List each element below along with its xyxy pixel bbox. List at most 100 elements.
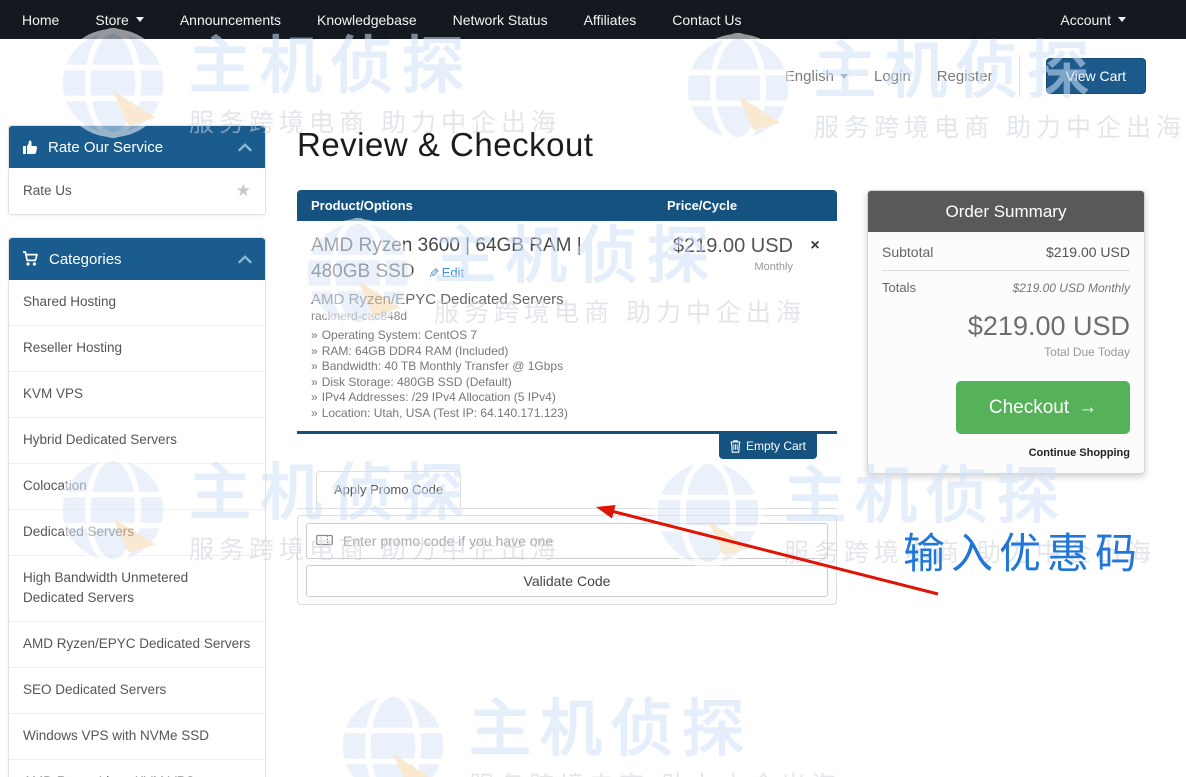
nav-account[interactable]: Account [1060,12,1126,28]
sidebar-item-amd-ryzen-kvm[interactable]: AMD Ryzen Linux KVM VPS [9,760,265,777]
promo-annotation-text: 输入优惠码 [903,532,1144,578]
bullet-icon: » [311,390,318,405]
validate-code-button[interactable]: Validate Code [306,565,828,598]
spec-line: » Bandwidth: 40 TB Monthly Transfer @ 1Gb… [311,359,645,375]
cart-actions: Empty Cart [297,434,837,460]
ticket-icon [316,533,333,552]
watermark-text: 主机侦探 服务跨境电商 助力中企出海 [469,688,841,777]
watermark: 主机侦探 服务跨境电商 助力中企出海 [335,688,841,777]
cart-item-hostname: racknerd-cac848d [311,309,408,324]
remove-item-icon[interactable]: × [810,237,819,254]
secondary-header: English Login Register View Cart [785,55,1146,97]
sidebar-item-windows-vps[interactable]: Windows VPS with NVMe SSD [9,714,265,761]
nav-home[interactable]: Home [22,12,59,28]
cart-item-remove-col: × [793,233,837,421]
spec-text: Disk Storage: 480GB SSD (Default) [321,374,512,389]
pencil-icon: ✎ [426,266,442,278]
sidebar: Rate Our Service Rate Us ★ Categories Sh… [8,125,266,777]
chevron-up-icon [238,254,252,264]
watermark-globe-icon [683,32,793,144]
column-price-cycle: Price/Cycle [667,198,738,213]
empty-cart-label: Empty Cart [745,439,806,454]
thumbs-up-icon [22,139,38,155]
spec-line: » RAM: 64GB DDR4 RAM (Included) [311,344,645,360]
nav-knowledgebase[interactable]: Knowledgebase [317,12,417,28]
rate-us-label: Rate Us [23,182,72,198]
categories-title: Categories [49,250,122,268]
edit-label: Edit [441,264,465,280]
spec-line: » Location: Utah, USA (Test IP: 64.140.17… [311,406,645,422]
divider [1018,55,1020,97]
categories-header[interactable]: Categories [9,238,265,280]
bullet-icon: » [311,405,318,420]
tab-apply-promo-code[interactable]: Apply Promo Code [316,471,462,509]
sidebar-item-colocation[interactable]: Colocation [9,464,265,510]
spec-text: Location: Utah, USA (Test IP: 64.140.171… [321,405,568,420]
column-product-options: Product/Options [311,198,413,213]
cart-table: Product/Options Price/Cycle AMD Ryzen 36… [297,190,837,606]
cart-item-info: AMD Ryzen 3600 | 64GB RAM | 480GB SSD ✎E… [311,233,645,421]
order-summary-title: Order Summary [868,191,1144,232]
sidebar-item-reseller-hosting[interactable]: Reseller Hosting [9,326,265,372]
spec-text: RAM: 64GB DDR4 RAM (Included) [321,343,509,358]
total-due-label: Total Due Today [1044,345,1130,359]
page-title: Review & Checkout [297,126,594,163]
sidebar-item-rate-us[interactable]: Rate Us ★ [9,168,265,214]
rate-service-header[interactable]: Rate Our Service [9,126,265,168]
subtotal-value: $219.00 USD [1045,244,1130,260]
order-summary-body: Subtotal $219.00 USD Totals $219.00 USD … [868,232,1144,473]
checkout-label: Checkout [988,396,1070,418]
watermark-globe-icon [338,690,448,777]
language-label: English [784,67,834,85]
nav-network-status[interactable]: Network Status [453,12,548,28]
categories-panel: Categories Shared Hosting Reseller Hosti… [8,237,266,777]
cart-item-category: AMD Ryzen/EPYC Dedicated Servers [311,291,564,309]
shopping-cart-icon [22,251,39,267]
promo-box: Validate Code [297,515,837,606]
arrow-right-icon: → [1078,396,1098,418]
sidebar-item-high-bandwidth[interactable]: High Bandwidth Unmetered Dedicated Serve… [9,556,265,623]
bullet-icon: » [311,343,318,358]
nav-account-label: Account [1060,11,1111,28]
promo-code-input[interactable] [306,523,828,560]
watermark-tagline: 服务跨境电商 助力中企出海 [784,539,1156,568]
promo-tabbar: Apply Promo Code [297,470,837,510]
bullet-icon: » [311,359,318,374]
watermark-brand: 主机侦探 [189,32,474,101]
star-icon: ★ [235,180,251,200]
sidebar-item-shared-hosting[interactable]: Shared Hosting [9,280,265,326]
rate-service-panel: Rate Our Service Rate Us ★ [8,125,266,215]
login-link[interactable]: Login [874,68,911,85]
cart-item-specs: » Operating System: CentOS 7 » RAM: 64GB D… [311,328,645,421]
caret-down-icon [1118,17,1126,22]
register-link[interactable]: Register [937,68,993,85]
nav-store[interactable]: Store [95,12,144,28]
caret-down-icon [840,73,848,79]
checkout-button[interactable]: Checkout → [956,381,1130,434]
continue-shopping-link[interactable]: Continue Shopping [882,447,1130,459]
cart-item-price: $219.00 USD [672,235,793,257]
trash-icon [730,440,741,453]
sidebar-item-hybrid-dedicated[interactable]: Hybrid Dedicated Servers [9,418,265,464]
watermark: 主机侦探 服务跨境电商 助力中企出海 [55,25,561,141]
view-cart-button[interactable]: View Cart [1045,58,1146,94]
sidebar-item-kvm-vps[interactable]: KVM VPS [9,372,265,418]
nav-affiliates[interactable]: Affiliates [584,12,637,28]
nav-announcements[interactable]: Announcements [180,12,281,28]
empty-cart-button[interactable]: Empty Cart [718,434,817,460]
nav-contact-us[interactable]: Contact Us [672,12,741,28]
cart-table-header: Product/Options Price/Cycle [297,190,837,221]
language-dropdown[interactable]: English [785,68,848,85]
order-summary-panel: Order Summary Subtotal $219.00 USD Total… [867,190,1145,474]
caret-down-icon [135,17,144,22]
sidebar-item-dedicated-servers[interactable]: Dedicated Servers [9,510,265,556]
sidebar-item-seo-dedicated[interactable]: SEO Dedicated Servers [9,668,265,715]
edit-item-link[interactable]: ✎Edit [426,264,465,280]
watermark-text: 主机侦探 服务跨境电商 助力中企出海 [189,25,561,139]
spec-text: Bandwidth: 40 TB Monthly Transfer @ 1Gbp… [321,359,564,374]
spec-line: » IPv4 Addresses: /29 IPv4 Allocation (5 … [311,390,645,406]
sidebar-item-amd-epyc-dedicated[interactable]: AMD Ryzen/EPYC Dedicated Servers [9,622,265,669]
subtotal-row: Subtotal $219.00 USD [882,244,1130,271]
cart-item-name: AMD Ryzen 3600 | 64GB RAM | 480GB SSD ✎E… [311,233,645,284]
watermark-tagline: 服务跨境电商 助力中企出海 [469,766,841,777]
